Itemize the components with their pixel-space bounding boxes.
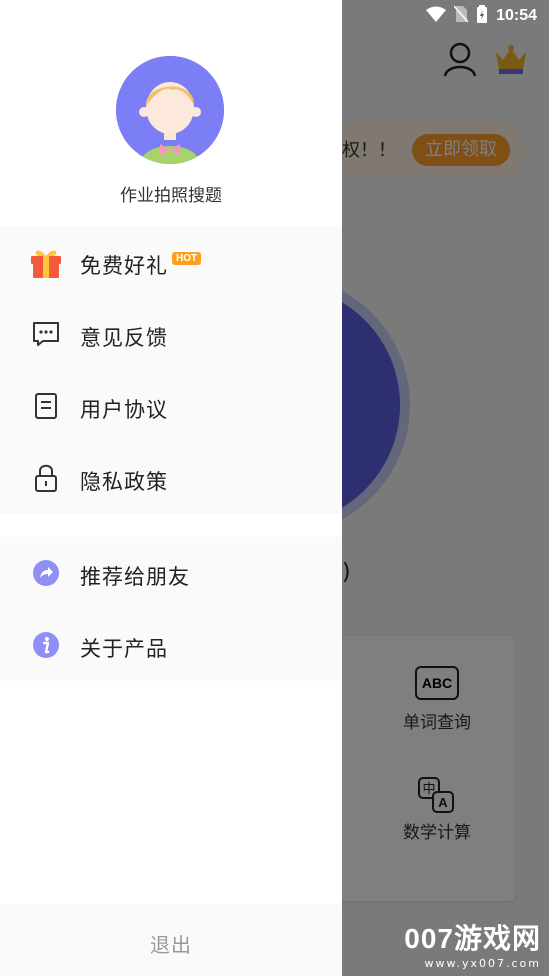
menu-item-free-gift[interactable]: 免费好礼 <box>0 226 342 298</box>
wifi-icon <box>426 6 447 26</box>
menu-item-about[interactable]: 关于产品 <box>0 609 342 681</box>
menu-item-recommend[interactable]: 推荐给朋友 <box>0 537 342 609</box>
clock: 10:54 <box>496 7 537 24</box>
battery-icon <box>476 5 488 27</box>
info-icon <box>28 627 64 663</box>
menu-label: 关于产品 <box>80 637 168 661</box>
logout-button[interactable]: 退出 <box>0 904 342 976</box>
menu-label: 免费好礼 <box>80 254 168 278</box>
menu-label: 用户协议 <box>80 398 168 422</box>
menu-item-privacy-policy[interactable]: 隐私政策 <box>0 442 342 514</box>
profile-header: 作业拍照搜题 <box>0 0 342 226</box>
menu-group-secondary: 推荐给朋友 关于产品 <box>0 537 342 681</box>
menu-group-primary: 免费好礼 意见反馈 用户协议 隐私政策 <box>0 226 342 514</box>
menu-item-user-agreement[interactable]: 用户协议 <box>0 370 342 442</box>
menu-label: 隐私政策 <box>80 470 168 494</box>
watermark-url: www.yx007.com <box>424 957 541 970</box>
watermark: 007游戏网 www.yx007.com <box>404 917 541 970</box>
watermark-title: 007游戏网 <box>404 923 541 954</box>
menu-label: 推荐给朋友 <box>80 565 190 589</box>
logout-label: 退出 <box>150 933 192 957</box>
no-sim-icon <box>453 5 469 27</box>
document-icon <box>28 388 64 424</box>
feedback-icon <box>28 316 64 352</box>
gift-icon <box>28 244 64 280</box>
app-name: 作业拍照搜题 <box>120 186 222 206</box>
navigation-drawer: 作业拍照搜题 免费好礼 意见反馈 用户协议 隐私政策 HOT 推荐给朋友 关于产… <box>0 0 342 976</box>
menu-item-feedback[interactable]: 意见反馈 <box>0 298 342 370</box>
menu-label: 意见反馈 <box>80 326 168 350</box>
hot-badge: HOT <box>172 252 202 265</box>
avatar[interactable] <box>116 56 224 164</box>
share-icon <box>28 555 64 591</box>
lock-icon <box>28 460 64 496</box>
